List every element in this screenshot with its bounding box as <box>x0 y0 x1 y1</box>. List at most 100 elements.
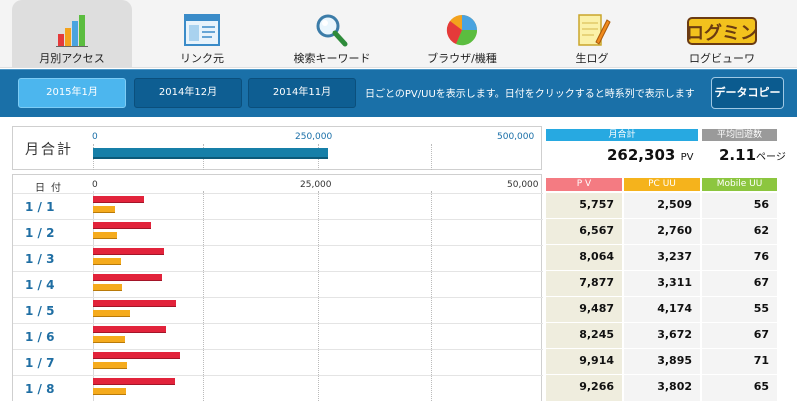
mobile-uu-cell: 71 <box>753 354 769 367</box>
row-divider <box>13 271 543 272</box>
nav-browser-device[interactable]: ブラウザ/機種 <box>402 0 522 68</box>
pc-uu-cell: 2,760 <box>657 224 692 237</box>
cell-divider <box>546 348 622 349</box>
pv-cell: 5,757 <box>579 198 614 211</box>
row-divider <box>13 219 543 220</box>
date-link[interactable]: 1 / 4 <box>25 278 54 292</box>
pv-cell: 9,914 <box>579 354 614 367</box>
magnifier-icon <box>316 14 348 47</box>
cell-divider <box>702 348 777 349</box>
date-link[interactable]: 1 / 5 <box>25 304 54 318</box>
nav-monthly-access[interactable]: 月別アクセス <box>12 0 132 68</box>
axis-tick: 0 <box>92 132 98 142</box>
month-button-2015-01[interactable]: 2015年1月 <box>18 78 126 108</box>
mobile-uu-cell: 62 <box>753 224 769 237</box>
pc-uu-cell: 3,672 <box>657 328 692 341</box>
grid-line <box>431 144 432 170</box>
monthly-total-panel: 月合計 0 250,000 500,000 <box>12 126 542 170</box>
bar-chart-icon <box>56 15 88 47</box>
pc-uu-cell: 3,237 <box>657 250 692 263</box>
mobile-uu-cell: 56 <box>753 198 769 211</box>
cell-divider <box>624 244 700 245</box>
date-link[interactable]: 1 / 6 <box>25 330 54 344</box>
cell-divider <box>546 192 622 193</box>
date-link[interactable]: 1 / 1 <box>25 200 54 214</box>
row-divider <box>13 323 543 324</box>
cell-divider <box>702 322 777 323</box>
pc-uu-column: 2,509 2,760 3,237 3,311 4,174 3,672 3,895 3,802 <box>624 192 700 401</box>
pv-bar <box>93 222 151 229</box>
cell-divider <box>624 374 700 375</box>
grid-line <box>203 191 204 401</box>
top-navigation: 月別アクセス リンク元 検索キーワード ブラウザ/機種 生ログ ログミン ログビ… <box>0 0 797 68</box>
pv-bar <box>93 352 180 359</box>
nav-raw-log[interactable]: 生ログ <box>532 0 652 68</box>
axis-tick: 250,000 <box>295 132 333 142</box>
axis-tick: 0 <box>92 180 98 190</box>
pv-cell: 9,266 <box>579 380 614 393</box>
pv-bar <box>93 326 166 333</box>
axis-tick: 50,000 <box>507 180 539 190</box>
pv-bar <box>93 196 144 203</box>
pv-cell: 9,487 <box>579 302 614 315</box>
uu-bar <box>93 258 121 265</box>
pv-cell: 6,567 <box>579 224 614 237</box>
pc-uu-cell: 2,509 <box>657 198 692 211</box>
nav-label: ブラウザ/機種 <box>427 52 497 65</box>
date-link[interactable]: 1 / 2 <box>25 226 54 240</box>
row-divider <box>13 297 543 298</box>
nav-referrer[interactable]: リンク元 <box>142 0 262 68</box>
pv-bar <box>93 378 175 385</box>
mobile-uu-cell: 67 <box>753 276 769 289</box>
mobile-uu-cell: 55 <box>753 302 769 315</box>
uu-bar <box>93 310 130 317</box>
mobile-uu-column: 56 62 76 67 55 67 71 65 <box>702 192 777 401</box>
browser-window-icon <box>184 14 220 46</box>
month-button-2014-11[interactable]: 2014年11月 <box>248 78 356 108</box>
date-link[interactable]: 1 / 8 <box>25 382 54 396</box>
pv-bar <box>93 248 164 255</box>
cell-divider <box>702 192 777 193</box>
axis-tick: 500,000 <box>497 132 535 142</box>
mobile-uu-cell: 65 <box>753 380 769 393</box>
notepad-pencil-icon <box>578 14 611 46</box>
nav-log-viewer[interactable]: ログミン ログビューワ <box>662 0 782 68</box>
daily-chart-panel: 日付 0 25,000 50,000 1 / 1 1 / 2 1 / 3 1 / 4 1… <box>12 174 543 401</box>
uu-bar <box>93 206 115 213</box>
mobile-uu-column-header: Mobile UU <box>702 178 777 191</box>
pc-uu-cell: 3,311 <box>657 276 692 289</box>
mobile-uu-cell: 67 <box>753 328 769 341</box>
grid-line <box>318 191 319 401</box>
uu-bar <box>93 336 125 343</box>
pc-uu-column-header: PC UU <box>624 178 700 191</box>
cell-divider <box>702 270 777 271</box>
cell-divider <box>546 322 622 323</box>
date-link[interactable]: 1 / 3 <box>25 252 54 266</box>
pc-uu-cell: 3,895 <box>657 354 692 367</box>
pv-column: 5,757 6,567 8,064 7,877 9,487 8,245 9,914 9,266 <box>546 192 622 401</box>
row-divider <box>13 375 543 376</box>
nav-label: リンク元 <box>180 52 224 65</box>
nav-label: ログビューワ <box>689 52 755 65</box>
nav-search-keyword[interactable]: 検索キーワード <box>272 0 392 68</box>
cell-divider <box>624 270 700 271</box>
pv-bar <box>93 274 162 281</box>
pc-uu-cell: 3,802 <box>657 380 692 393</box>
pie-chart-icon <box>446 15 478 46</box>
total-pv-header: 月合計 <box>546 129 698 141</box>
row-divider <box>13 193 543 194</box>
date-link[interactable]: 1 / 7 <box>25 356 54 370</box>
uu-bar <box>93 284 122 291</box>
row-divider <box>13 245 543 246</box>
month-button-2014-12[interactable]: 2014年12月 <box>134 78 242 108</box>
cell-divider <box>624 192 700 193</box>
data-copy-button[interactable]: データコピー <box>711 77 784 109</box>
axis-tick: 25,000 <box>300 180 332 190</box>
cell-divider <box>624 218 700 219</box>
nav-label: 生ログ <box>575 52 609 65</box>
cell-divider <box>546 270 622 271</box>
avg-pages-header: 平均回遊数 <box>702 129 777 141</box>
cell-divider <box>546 218 622 219</box>
cell-divider <box>624 322 700 323</box>
cell-divider <box>702 218 777 219</box>
